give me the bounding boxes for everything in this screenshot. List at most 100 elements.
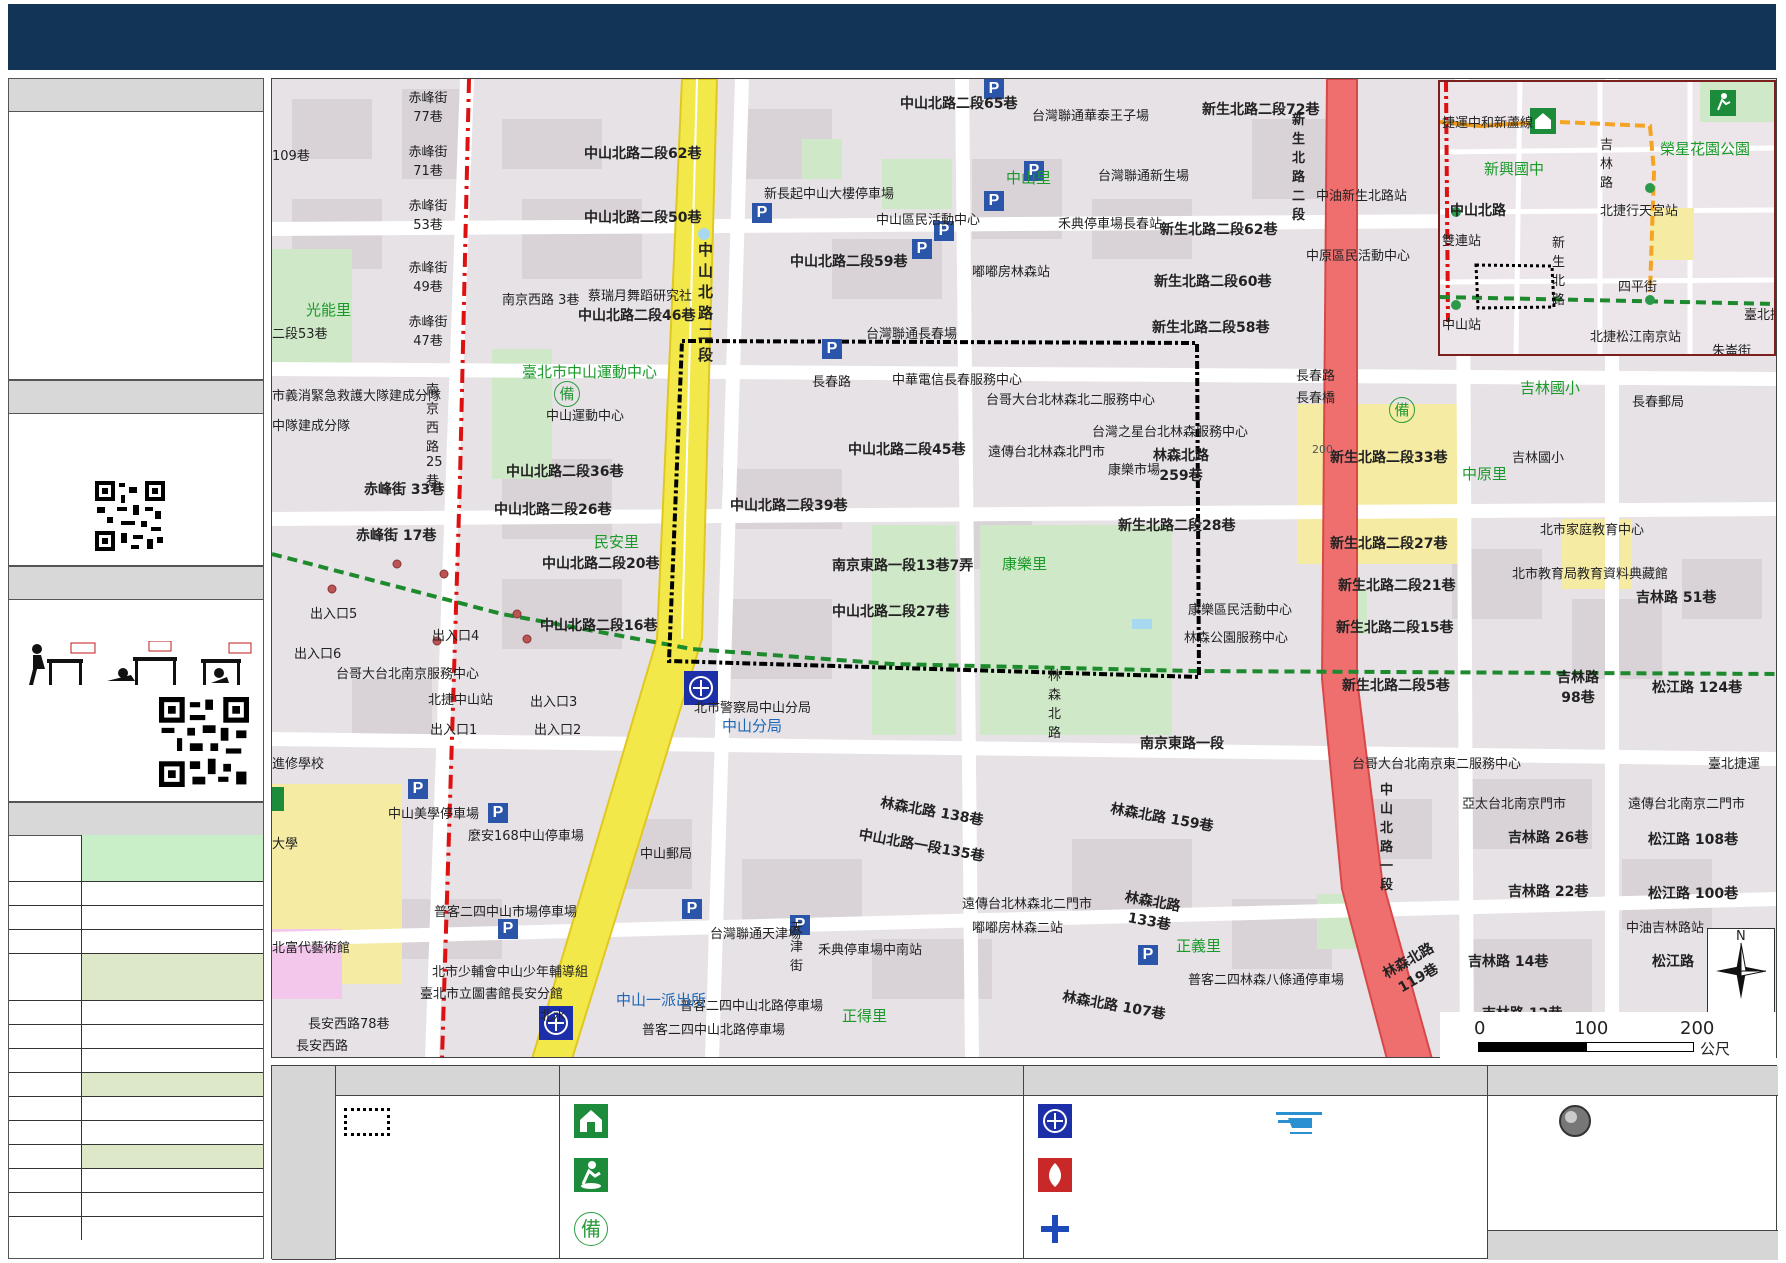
street-label: 赤峰街 77巷: [408, 91, 448, 125]
street-label: 麼安168中山停車場: [468, 829, 584, 844]
street-label: 長安西路: [296, 1039, 349, 1054]
street-label: 南京東路一段: [1140, 736, 1224, 752]
backup-shelter-icon[interactable]: 備: [554, 381, 580, 407]
parking-icon: P: [408, 779, 428, 799]
street-label: 中山北路二段27巷: [832, 604, 950, 620]
street-label: 吉林路 26巷: [1508, 830, 1589, 846]
capacity-row: [9, 882, 263, 906]
police-label: 中山分局: [722, 717, 783, 735]
street-label: 禾典停車場長春站: [1058, 217, 1163, 232]
street-label: 赤峰街 53巷: [408, 199, 448, 233]
street-label: 中山北路二段36巷: [506, 464, 624, 480]
inset-label: 捷運中和新蘆線: [1442, 116, 1534, 131]
street-label: 新生北路二段58巷: [1152, 320, 1270, 336]
capacity-row: [9, 954, 263, 1001]
street-label: 新生北路 二段: [1292, 113, 1306, 223]
scale-tick: 200: [1680, 1018, 1715, 1039]
street-label: 新生北路二段21巷: [1338, 578, 1456, 594]
street-label: 中山北路二段26巷: [494, 502, 612, 518]
parking-icon: P: [822, 339, 842, 359]
emergency-shelter-icon: [1530, 108, 1556, 134]
village-label: 民安里: [594, 533, 640, 551]
street-label: 台灣之星台北林森服務中心: [1092, 425, 1249, 440]
qr-panel: [8, 380, 264, 566]
street-label: 中山北路二段62巷: [584, 146, 702, 162]
inset-label: 新生北路: [1552, 236, 1566, 308]
street-label: 遠傳台北林森北門市: [988, 445, 1106, 460]
street-label: 中山北路二段46巷: [578, 308, 696, 324]
street-label: 新生北路二段15巷: [1336, 620, 1454, 636]
grey-circle-marker-icon: [1559, 1105, 1591, 1137]
street-label: 台哥大台北南京服務中心: [336, 667, 480, 682]
street-label: 中山運動中心: [546, 409, 625, 424]
street-label: 中原區民活動中心: [1306, 249, 1411, 264]
parking-icon: P: [1138, 945, 1158, 965]
boundary-icon: [344, 1108, 390, 1136]
backup-shelter-icon[interactable]: 備: [1389, 397, 1415, 423]
street-label: 天津街: [790, 921, 804, 974]
street-label: 普客二四林森八條通停車場: [1188, 973, 1345, 988]
street-label: 大學: [272, 837, 299, 852]
parking-icon: P: [498, 919, 518, 939]
assembly-point-icon: [1710, 90, 1736, 116]
north-arrow: N: [1707, 928, 1775, 1014]
street-label: 中山區民活動中心: [876, 213, 981, 228]
parking-icon: P: [752, 203, 772, 223]
street-label: 出入口1: [430, 723, 478, 738]
info-panel-header: [9, 79, 263, 112]
street-label: 出入口2: [534, 723, 582, 738]
street-label: 中油吉林路站: [1626, 921, 1705, 936]
street-label: 北富代藝術館: [272, 941, 351, 956]
street-label: 吉林路 51巷: [1636, 590, 1717, 606]
inset-label: 新興國中: [1484, 160, 1545, 178]
street-label: 新生北路二段27巷: [1330, 536, 1448, 552]
capacity-row: [9, 906, 263, 930]
assembly-point-icon: [574, 1158, 608, 1192]
street-label: 台哥大台北南京東二服務中心: [1352, 757, 1522, 772]
street-label: 嘟嘟房林森站: [972, 265, 1051, 280]
street-label: 中隊建成分隊: [272, 419, 351, 434]
capacity-panel: [8, 802, 264, 1259]
police-label: 中山一派出所: [616, 991, 707, 1009]
legend-header-other: [1488, 1066, 1778, 1096]
emergency-shelter-icon[interactable]: [272, 787, 284, 811]
qr-code-icon[interactable]: [95, 481, 165, 551]
legend-panel: 備: [271, 1065, 1778, 1260]
capacity-table: [9, 835, 263, 1240]
info-panel: [8, 78, 264, 380]
street-label: 林森公園服務中心: [1184, 631, 1289, 646]
street-label: 松江路: [1652, 954, 1694, 970]
qr-code-icon-2[interactable]: [159, 697, 249, 787]
inset-label: 北捷行天宮站: [1600, 204, 1679, 219]
capacity-row: [9, 1169, 263, 1193]
street-label: 台灣聯通天津場: [710, 927, 802, 942]
capacity-row: [9, 1025, 263, 1049]
qr-panel-header: [9, 381, 263, 414]
street-label: 北市教育局教育資料典藏館: [1512, 567, 1669, 582]
street-label: 台哥大台北林森北二服務中心: [986, 393, 1156, 408]
street-label: 中山北路二段39巷: [730, 498, 848, 514]
backup-shelter-icon: 備: [574, 1212, 608, 1246]
facility-label: 臺北市中山運動中心: [522, 363, 658, 381]
capacity-panel-header: [9, 803, 263, 836]
village-label: 康樂里: [1002, 555, 1048, 573]
street-label: 中山北路 一段: [1380, 783, 1394, 893]
street-label: 長安西路78巷: [308, 1017, 390, 1032]
facility-label: 吉林國小: [1520, 379, 1581, 397]
street-label: 長春橋: [1296, 391, 1336, 406]
scale-bar-black: [1478, 1042, 1586, 1052]
street-label: 赤峰街 49巷: [408, 261, 448, 295]
capacity-row: [9, 1073, 263, 1097]
scale-bar-white: [1586, 1042, 1694, 1052]
inset-map[interactable]: 捷運中和新蘆線 新興國中 中山北路 雙連站 吉林路 北捷行天宮站 榮星花園公園 …: [1438, 80, 1776, 356]
inset-label: 吉林路: [1600, 138, 1614, 191]
scale-tick: 0: [1474, 1018, 1486, 1039]
street-label: 進修學校: [272, 757, 325, 772]
street-label: 北水: [540, 1009, 567, 1024]
street-label: 北市警察局中山分局: [694, 701, 812, 716]
street-label: 林森北路 259巷: [1153, 448, 1209, 484]
street-label: 赤峰街 33巷: [364, 482, 445, 498]
street-label: 吉林國小: [1512, 451, 1565, 466]
capacity-row: [9, 930, 263, 954]
street-label: 赤峰街 17巷: [356, 528, 437, 544]
